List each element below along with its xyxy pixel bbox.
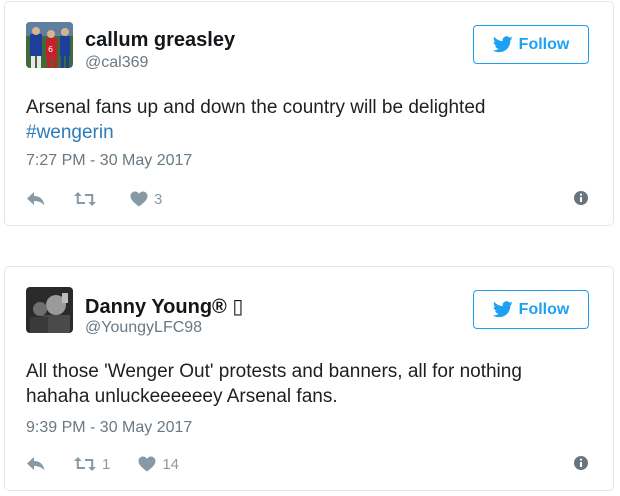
tweet-actions: 1 14 bbox=[26, 453, 207, 475]
display-name[interactable]: Danny Young® ▯ bbox=[85, 294, 243, 319]
tweet-actions: 3 bbox=[26, 188, 190, 210]
retweet-count: 1 bbox=[102, 455, 111, 473]
tweet-text: All those 'Wenger Out' protests and bann… bbox=[26, 359, 586, 409]
retweet-icon bbox=[74, 192, 96, 206]
tweet-text-line: Arsenal fans up and down the country wil… bbox=[26, 97, 486, 118]
heart-icon bbox=[138, 456, 156, 472]
retweet-action[interactable]: 1 bbox=[74, 456, 110, 473]
like-action[interactable]: 3 bbox=[130, 191, 162, 208]
follow-button[interactable]: Follow bbox=[473, 25, 589, 64]
user-handle[interactable]: @YoungyLFC98 bbox=[85, 319, 202, 337]
retweet-icon bbox=[74, 457, 96, 471]
user-avatar[interactable]: 6 bbox=[26, 22, 73, 68]
info-icon[interactable] bbox=[573, 455, 589, 471]
tweet-card: Danny Young® ▯ @YoungyLFC98 Follow All t… bbox=[4, 266, 614, 491]
bw-portrait-avatar-icon bbox=[26, 287, 73, 333]
follow-label: Follow bbox=[518, 35, 570, 53]
twitter-bird-icon bbox=[492, 301, 513, 318]
football-players-avatar-icon: 6 bbox=[26, 22, 73, 68]
like-count: 3 bbox=[154, 190, 163, 208]
info-icon[interactable] bbox=[573, 190, 589, 206]
like-count: 14 bbox=[162, 455, 180, 473]
tweet-timestamp[interactable]: 7:27 PM - 30 May 2017 bbox=[26, 152, 192, 170]
follow-label: Follow bbox=[518, 300, 570, 318]
user-handle[interactable]: @cal369 bbox=[85, 54, 148, 72]
tweet-text-line: All those 'Wenger Out' protests and bann… bbox=[26, 361, 522, 382]
tweet-text-line: hahaha unluckeeeeeey Arsenal fans. bbox=[26, 386, 338, 407]
heart-icon bbox=[130, 191, 148, 207]
svg-text:6: 6 bbox=[48, 45, 53, 54]
twitter-bird-icon bbox=[492, 36, 513, 53]
user-avatar[interactable] bbox=[26, 287, 73, 333]
tweet-card: 6 callum greasley @cal369 Follow Arsenal… bbox=[4, 1, 614, 226]
reply-icon bbox=[27, 457, 45, 471]
reply-action[interactable] bbox=[26, 456, 46, 472]
tweet-text: Arsenal fans up and down the country wil… bbox=[26, 95, 586, 145]
retweet-action[interactable] bbox=[74, 191, 102, 207]
follow-button[interactable]: Follow bbox=[473, 290, 589, 329]
reply-icon bbox=[27, 192, 45, 206]
like-action[interactable]: 14 bbox=[138, 456, 179, 473]
reply-action[interactable] bbox=[26, 191, 46, 207]
display-name[interactable]: callum greasley bbox=[85, 29, 235, 52]
hashtag-link[interactable]: #wengerin bbox=[26, 120, 586, 145]
tweet-timestamp[interactable]: 9:39 PM - 30 May 2017 bbox=[26, 419, 192, 437]
